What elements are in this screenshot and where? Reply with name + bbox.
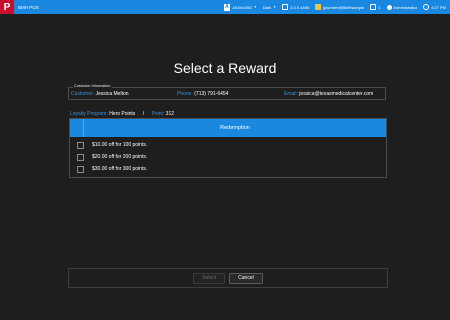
cancel-button[interactable]: Cancel <box>229 272 263 284</box>
clock-icon <box>423 4 430 10</box>
loyalty-points-value: 312 <box>165 111 175 117</box>
account-value: jplumber@BMHsample <box>323 4 365 10</box>
database-icon <box>315 4 322 10</box>
select-button[interactable]: Select <box>193 272 226 284</box>
customer-email-label: Email: <box>284 91 298 97</box>
loyalty-program-value: Hero Points <box>109 111 136 117</box>
chevron-down-icon: ▼ <box>273 5 277 9</box>
customer-name-label: Customer: <box>71 91 95 97</box>
table-row[interactable]: $10.00 off for 100 points. <box>70 139 386 151</box>
resolution-value: 1400x1050 <box>231 4 252 10</box>
reward-checkbox[interactable] <box>77 165 84 173</box>
table-row[interactable]: $20.00 off for 200 points. <box>70 151 386 163</box>
clock: 4:27 PM <box>423 0 446 14</box>
loyalty-separator: / <box>142 111 145 117</box>
version-value: 3.3.0.4466 <box>290 4 310 10</box>
loyalty-program-label: Loyalty Program: <box>70 111 108 117</box>
action-bar: Select Cancel <box>68 268 388 288</box>
customer-phone-label: Phone: <box>177 91 193 97</box>
table-header: Redemption <box>70 119 386 137</box>
reward-label: $20.00 off for 200 points. <box>92 154 148 160</box>
table-row[interactable]: $30.00 off for 300 points. <box>70 163 386 175</box>
resolution-selector[interactable]: A 1400x1050 ▼ <box>223 0 257 14</box>
loyalty-points-label: Point: <box>151 111 165 117</box>
theme-selector[interactable]: Dark ▼ <box>263 0 276 14</box>
customer-info-legend: Customer Information <box>73 84 112 88</box>
redemption-table: Redemption $10.00 off for 100 points. $2… <box>69 118 387 178</box>
user-value: Administrator <box>393 4 418 10</box>
reward-label: $30.00 off for 300 points. <box>92 166 148 172</box>
chevron-down-icon: ▼ <box>253 5 257 9</box>
select-all-column[interactable] <box>70 119 84 137</box>
version-info: 3.3.0.4466 <box>282 0 309 14</box>
customer-name-value: Jessica Melton <box>95 91 129 97</box>
account-info: jplumber@BMHsample <box>315 0 364 14</box>
reward-checkbox[interactable] <box>77 141 84 149</box>
theme-value: Dark <box>262 4 272 10</box>
customer-email-value: jessica@texasmedicalcenter.com <box>299 91 374 97</box>
page-title: Select a Reward <box>173 60 277 76</box>
resolution-icon: A <box>223 3 230 11</box>
user-menu[interactable]: Administrator <box>386 0 418 14</box>
count-value: 1 <box>378 4 381 10</box>
app-logo: P <box>0 0 14 14</box>
reward-label: $10.00 off for 100 points. <box>92 142 148 148</box>
notification-count[interactable]: 1 <box>370 0 381 14</box>
loyalty-program-line: Loyalty Program: Hero Points / Point: 31… <box>70 111 174 117</box>
register-icon <box>370 4 377 10</box>
redemption-header: Redemption <box>220 125 250 131</box>
reward-checkbox[interactable] <box>77 153 84 161</box>
user-icon <box>386 4 392 10</box>
app-title: BMH POS <box>18 4 39 10</box>
version-icon <box>282 4 289 10</box>
time-value: 4:27 PM <box>431 4 446 10</box>
customer-info-panel: Customer Information Customer: Jessica M… <box>68 84 386 100</box>
title-bar: P BMH POS A 1400x1050 ▼ Dark ▼ 3.3.0.446… <box>0 0 450 14</box>
customer-phone-value: (713) 791-6454 <box>194 91 229 97</box>
